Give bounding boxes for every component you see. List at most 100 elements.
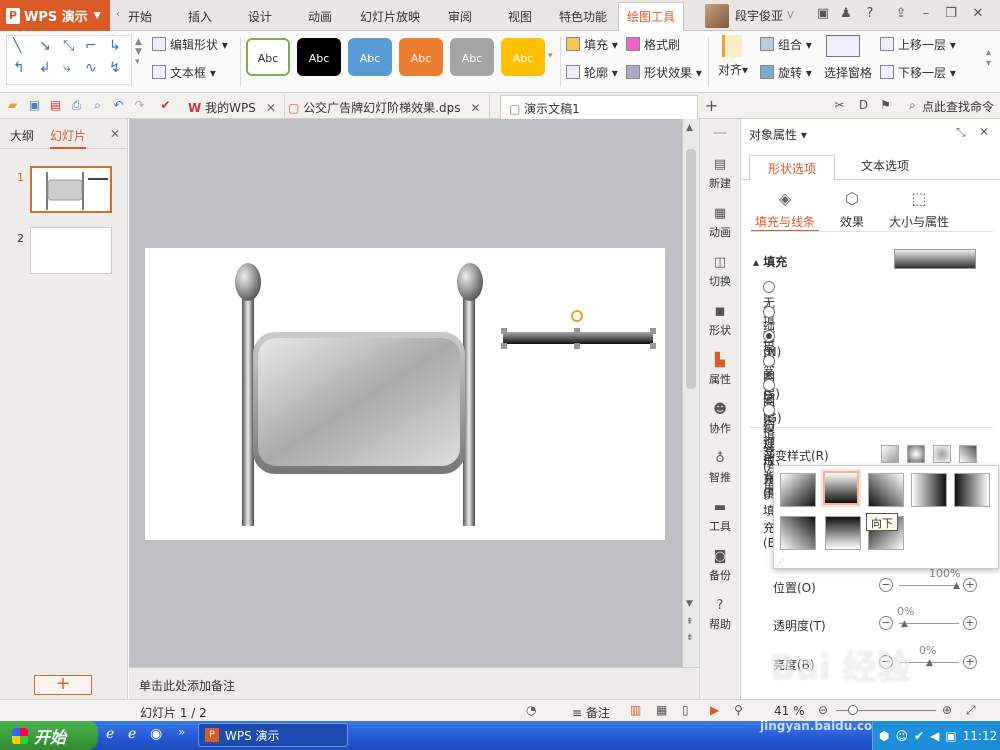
ie-2-icon[interactable]: ℯ: [128, 726, 136, 742]
gradient-path-icon[interactable]: [959, 445, 977, 463]
close-panel-icon[interactable]: ✕: [110, 127, 120, 141]
menu-tab-animation[interactable]: 动画: [308, 8, 332, 25]
shape-style-6[interactable]: Abc: [501, 38, 545, 76]
elbow-connector-icon[interactable]: ⌐: [85, 38, 97, 54]
scribble-icon[interactable]: ↯: [109, 60, 121, 76]
connector-icon[interactable]: ↰: [13, 60, 25, 76]
pane-dock-icon[interactable]: ⤡: [956, 125, 966, 140]
gradient-radial-icon[interactable]: [907, 445, 925, 463]
user-account[interactable]: 段宇俊亚 V: [705, 2, 794, 29]
print-preview-icon[interactable]: ⌕: [90, 98, 105, 113]
pane-title[interactable]: 对象属性 ▾: [749, 126, 807, 143]
task-tools[interactable]: ▬ 工具: [700, 500, 740, 534]
slider-handle-icon[interactable]: ▲: [926, 658, 933, 668]
outline-button[interactable]: 轮廓 ▾: [566, 64, 618, 81]
gallery-scroll-icon[interactable]: ▲ ▼ ▾: [135, 37, 142, 67]
start-button[interactable]: 开始: [0, 721, 98, 750]
tray-icon-1[interactable]: ⬢: [879, 729, 889, 743]
minimize-icon[interactable]: –: [918, 6, 934, 22]
menu-tab-view[interactable]: 视图: [508, 8, 532, 25]
tray-icon-3[interactable]: ✔: [914, 729, 924, 743]
browser-icon[interactable]: ◉: [150, 726, 162, 742]
gradient-preset-diag-down-left[interactable]: [868, 473, 904, 507]
volume-icon[interactable]: ◀: [930, 729, 939, 743]
task-transition[interactable]: ◫ 切换: [700, 255, 740, 289]
fill-preview-swatch[interactable]: [894, 249, 976, 269]
close-tab-icon[interactable]: ✕: [470, 101, 480, 115]
gradient-rect-icon[interactable]: [933, 445, 951, 463]
doc-tab-my-wps[interactable]: W 我的WPS ✕: [180, 95, 285, 119]
curved-arrow-icon[interactable]: ⤷: [63, 60, 71, 76]
tab-slides[interactable]: 幻灯片: [50, 127, 87, 149]
taskbar-wps-window[interactable]: P WPS 演示: [198, 723, 348, 747]
vertical-scrollbar[interactable]: ▲ ▼ ⇞ ⇟: [682, 119, 699, 667]
gradient-linear-icon[interactable]: [881, 445, 899, 463]
plus-icon[interactable]: +: [963, 655, 977, 669]
align-button[interactable]: 对齐▾: [718, 61, 748, 78]
task-new[interactable]: ▤ 新建: [700, 157, 740, 191]
ie-icon[interactable]: ℯ: [106, 726, 114, 742]
subtab-fill-line[interactable]: ◈ 填充与线条: [751, 189, 819, 232]
tab-text-options[interactable]: 文本选项: [861, 157, 909, 174]
format-painter-button[interactable]: 格式刷: [626, 36, 680, 53]
pane-close-icon[interactable]: ✕: [979, 125, 989, 139]
task-shape[interactable]: ◼ 形状: [700, 304, 740, 338]
zoom-level[interactable]: 41 %: [774, 704, 805, 718]
shape-style-1[interactable]: Abc: [246, 38, 290, 76]
shape-effects-button[interactable]: 形状效果 ▾: [626, 64, 702, 81]
open-folder-icon[interactable]: ▰: [5, 98, 20, 113]
transparency-slider[interactable]: [899, 623, 959, 624]
gradient-preset-diag-up-right[interactable]: [780, 516, 816, 550]
shape-style-4[interactable]: Abc: [399, 38, 443, 76]
shape-style-5[interactable]: Abc: [450, 38, 494, 76]
menu-tab-home[interactable]: 开始: [128, 8, 152, 25]
freeform-icon[interactable]: ∿: [85, 60, 97, 76]
slide-editing-area[interactable]: [129, 119, 682, 667]
minus-icon[interactable]: −: [879, 578, 893, 592]
double-arrow-shape-icon[interactable]: ⤡: [63, 38, 74, 54]
ribbon-scroll-icon[interactable]: ▴ ▾: [986, 47, 991, 69]
slider-handle-icon[interactable]: ▲: [901, 619, 908, 629]
rotate-button[interactable]: 旋转 ▾: [760, 64, 812, 81]
prev-slide-icon[interactable]: ⇞: [686, 617, 694, 627]
gradient-preset-left[interactable]: [954, 473, 990, 507]
toolbar-extra-2-icon[interactable]: D: [856, 98, 871, 113]
scrollbar-thumb[interactable]: [686, 149, 696, 389]
elbow-arrow-icon[interactable]: ↳: [109, 38, 121, 54]
toolbar-extra-3-icon[interactable]: ⚑: [878, 98, 893, 113]
quicklaunch-more-icon[interactable]: »: [178, 725, 185, 739]
slideshow-play-icon[interactable]: ▶: [710, 703, 719, 717]
subtab-effects[interactable]: ⬡ 效果: [837, 189, 867, 230]
shape-style-2[interactable]: Abc: [297, 38, 341, 76]
fit-window-icon[interactable]: ⤢: [966, 703, 976, 718]
redo-icon[interactable]: ↷: [132, 98, 147, 113]
textbox-button[interactable]: 文本框 ▾: [152, 64, 216, 81]
menu-tab-insert[interactable]: 插入: [188, 8, 212, 25]
close-icon[interactable]: ✕: [970, 6, 986, 22]
gradient-preset-down[interactable]: [823, 471, 859, 505]
gradient-preset-right[interactable]: [911, 473, 947, 507]
bring-forward-button[interactable]: 上移一层 ▾: [880, 36, 956, 53]
undo-icon[interactable]: ↶: [111, 98, 126, 113]
task-smart[interactable]: ♁ 智推: [700, 451, 740, 485]
tab-shape-options[interactable]: 形状选项: [749, 155, 836, 181]
customize-toolbar-icon[interactable]: ✔: [158, 98, 173, 113]
zoom-in-icon[interactable]: ⊕: [942, 703, 952, 717]
selection-pane-button[interactable]: 选择窗格: [824, 64, 872, 81]
menu-tab-drawing-tools[interactable]: 绘图工具: [618, 2, 685, 31]
reading-view-icon[interactable]: ▯: [682, 703, 689, 717]
slide-thumbnail-1[interactable]: [30, 166, 112, 213]
scroll-up-icon[interactable]: ▲: [686, 123, 693, 133]
popup-resize-grip-icon[interactable]: ⋰: [776, 558, 784, 567]
scroll-down-icon[interactable]: ▼: [686, 599, 693, 609]
location-icon[interactable]: ⚲: [734, 703, 743, 717]
task-backup[interactable]: ◙ 备份: [700, 549, 740, 583]
normal-view-icon[interactable]: ▥: [630, 703, 641, 717]
menu-tab-review[interactable]: 审阅: [448, 8, 472, 25]
sorter-view-icon[interactable]: ▦: [656, 703, 667, 717]
close-tab-icon[interactable]: ✕: [266, 101, 276, 115]
zoom-out-icon[interactable]: ⊖: [818, 703, 828, 717]
wps-app-menu-button[interactable]: P WPS 演示 ▼: [0, 0, 110, 31]
plus-icon[interactable]: +: [963, 578, 977, 592]
slide-thumbnail-2[interactable]: [30, 227, 112, 274]
